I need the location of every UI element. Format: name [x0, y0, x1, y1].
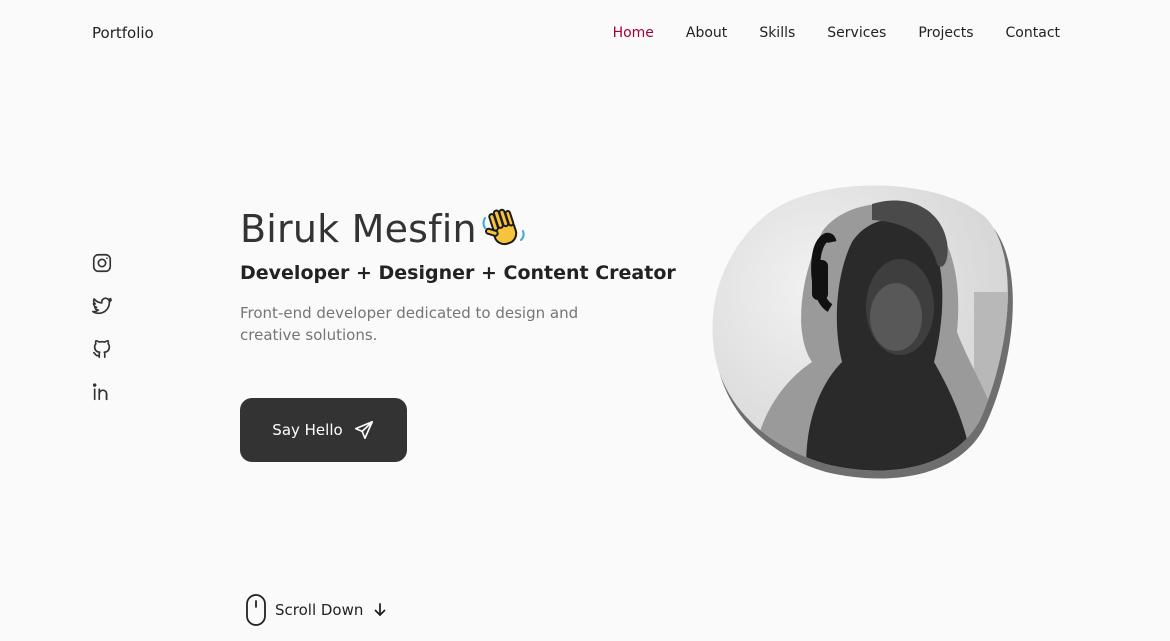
hero-name-row: Biruk Mesfin [240, 206, 660, 252]
say-hello-label: Say Hello [272, 421, 343, 439]
twitter-link[interactable] [91, 295, 113, 317]
nav-services[interactable]: Services [827, 25, 886, 41]
twitter-icon [92, 297, 112, 315]
send-icon [354, 420, 373, 440]
linkedin-icon [92, 383, 108, 401]
waving-hand-icon [482, 208, 525, 246]
nav-home[interactable]: Home [613, 25, 654, 41]
github-icon [92, 339, 111, 359]
scroll-down-label: Scroll Down [275, 601, 364, 619]
page: Portfolio Home About Skills Services Pro… [0, 0, 1170, 641]
profile-image [712, 182, 1014, 484]
say-hello-button[interactable]: Say Hello [240, 398, 407, 462]
avatar [712, 185, 1013, 479]
hero-name: Biruk Mesfin [240, 207, 477, 251]
header: Portfolio Home About Skills Services Pro… [0, 0, 1170, 68]
instagram-icon [92, 253, 112, 273]
hero-subtitle: Developer + Designer + Content Creator [240, 262, 676, 284]
linkedin-link[interactable] [91, 381, 113, 403]
nav-skills[interactable]: Skills [759, 25, 795, 41]
nav-about[interactable]: About [686, 25, 727, 41]
instagram-link[interactable] [91, 252, 113, 274]
mouse-icon [246, 594, 266, 626]
hero-description: Front-end developer dedicated to design … [240, 304, 579, 344]
main-nav: Home About Skills Services Projects Cont… [613, 25, 1060, 41]
hero: Biruk Mesfin Developer + Designer + Cont… [240, 206, 676, 346]
nav-projects[interactable]: Projects [918, 25, 973, 41]
logo-link[interactable]: Portfolio [92, 24, 154, 42]
nav-contact[interactable]: Contact [1006, 25, 1060, 41]
arrow-down-icon [374, 603, 386, 616]
social-links [91, 252, 113, 403]
scroll-down-link[interactable]: Scroll Down [245, 593, 387, 627]
github-link[interactable] [91, 338, 113, 360]
